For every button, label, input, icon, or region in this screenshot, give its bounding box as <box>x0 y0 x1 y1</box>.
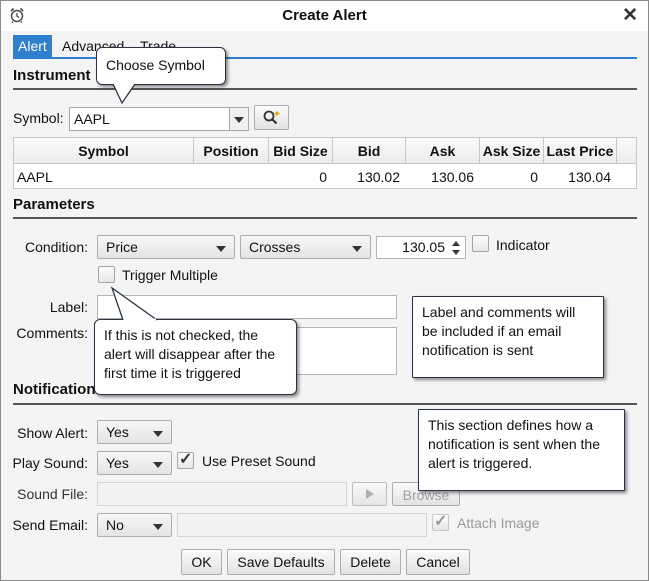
quote-table: Symbol Position Bid Size Bid Ask Ask Siz… <box>13 137 637 189</box>
condition-field-dropdown[interactable]: Price <box>97 235 235 259</box>
symbol-combo[interactable]: AAPL <box>69 107 249 131</box>
use-preset-sound-checkbox[interactable]: ✓ <box>177 451 194 469</box>
play-icon <box>366 489 374 499</box>
play-sound-value: Yes <box>106 455 129 471</box>
notification-divider <box>13 403 637 405</box>
cell-ask: 130.06 <box>431 169 474 185</box>
symbol-search-button[interactable] <box>254 105 289 130</box>
condition-operator-dropdown[interactable]: Crosses <box>240 235 371 259</box>
use-preset-sound-label: Use Preset Sound <box>202 453 316 469</box>
condition-operator-value: Crosses <box>249 239 301 255</box>
parameters-heading: Parameters <box>13 196 95 213</box>
parameters-divider <box>13 217 637 219</box>
play-sound-label: Play Sound: <box>12 455 89 471</box>
instrument-divider <box>13 88 637 90</box>
chevron-down-icon <box>153 524 163 530</box>
cell-position <box>194 166 269 188</box>
delete-button[interactable]: Delete <box>340 549 401 575</box>
tab-alert[interactable]: Alert <box>13 35 52 57</box>
chevron-down-icon <box>352 246 362 252</box>
trigger-multiple-callout: If this is not checked, the alert will d… <box>94 319 297 395</box>
label-label: Label: <box>49 299 88 315</box>
sound-file-label: Sound File: <box>17 486 88 502</box>
condition-value-spinner[interactable]: 130.05 <box>376 236 466 259</box>
checkmark-icon: ✓ <box>179 451 193 468</box>
column-header-filler <box>617 138 636 164</box>
title-bar: Create Alert ✕ <box>1 1 648 31</box>
cell-bid: 130.02 <box>357 169 400 185</box>
column-header-ask-size[interactable]: Ask Size <box>480 138 544 164</box>
choose-symbol-callout: Choose Symbol <box>96 47 226 85</box>
cell-last-price: 130.04 <box>568 169 611 185</box>
create-alert-dialog: Create Alert ✕ Alert Advanced Trade Inst… <box>0 0 649 581</box>
chevron-down-icon[interactable] <box>229 108 248 130</box>
cancel-button[interactable]: Cancel <box>406 549 470 575</box>
condition-value: 130.05 <box>402 239 445 255</box>
chevron-down-icon <box>216 246 226 252</box>
close-icon[interactable]: ✕ <box>622 4 638 27</box>
attach-image-checkbox[interactable]: ✓ <box>432 513 449 531</box>
send-email-label: Send Email: <box>12 517 88 533</box>
condition-field-value: Price <box>106 239 138 255</box>
play-sound-button[interactable] <box>352 482 387 506</box>
checkmark-icon: ✓ <box>434 513 448 530</box>
chevron-down-icon <box>153 431 163 437</box>
instrument-heading: Instrument <box>13 67 91 84</box>
cell-ask-size: 0 <box>530 169 538 185</box>
column-header-bid-size[interactable]: Bid Size <box>269 138 333 164</box>
chevron-down-icon <box>153 462 163 468</box>
notification-heading: Notification <box>13 381 96 398</box>
cell-symbol: AAPL <box>17 169 53 185</box>
indicator-checkbox[interactable] <box>472 235 489 252</box>
trigger-multiple-checkbox[interactable] <box>98 266 115 283</box>
dialog-title: Create Alert <box>282 7 367 24</box>
symbol-label: Symbol: <box>13 110 64 126</box>
cell-bid-size: 0 <box>319 169 327 185</box>
play-sound-dropdown[interactable]: Yes <box>97 451 172 475</box>
sound-file-input[interactable] <box>97 482 347 506</box>
spinner-arrows-icon[interactable] <box>450 239 462 257</box>
column-header-last-price[interactable]: Last Price <box>544 138 617 164</box>
indicator-label: Indicator <box>496 237 550 253</box>
send-email-dropdown[interactable]: No <box>97 513 172 537</box>
attach-image-label: Attach Image <box>457 515 540 531</box>
comments-label: Comments: <box>16 325 88 341</box>
show-alert-label: Show Alert: <box>17 425 88 441</box>
column-header-ask[interactable]: Ask <box>406 138 480 164</box>
trigger-multiple-label: Trigger Multiple <box>122 267 218 283</box>
send-email-value: No <box>106 517 124 533</box>
show-alert-dropdown[interactable]: Yes <box>97 420 172 444</box>
email-address-input[interactable] <box>177 513 427 537</box>
column-header-position[interactable]: Position <box>194 138 269 164</box>
magnifier-icon <box>263 110 280 125</box>
ok-button[interactable]: OK <box>181 549 222 575</box>
label-comments-callout: Label and comments will be included if a… <box>412 296 604 378</box>
show-alert-value: Yes <box>106 424 129 440</box>
column-header-bid[interactable]: Bid <box>333 138 406 164</box>
column-header-symbol[interactable]: Symbol <box>14 138 194 164</box>
callout-tail <box>112 81 136 105</box>
symbol-value: AAPL <box>74 111 110 127</box>
condition-label: Condition: <box>24 239 88 255</box>
save-defaults-button[interactable]: Save Defaults <box>227 549 335 575</box>
callout-tail <box>110 286 158 322</box>
notification-callout: This section defines how a notification … <box>418 409 625 491</box>
